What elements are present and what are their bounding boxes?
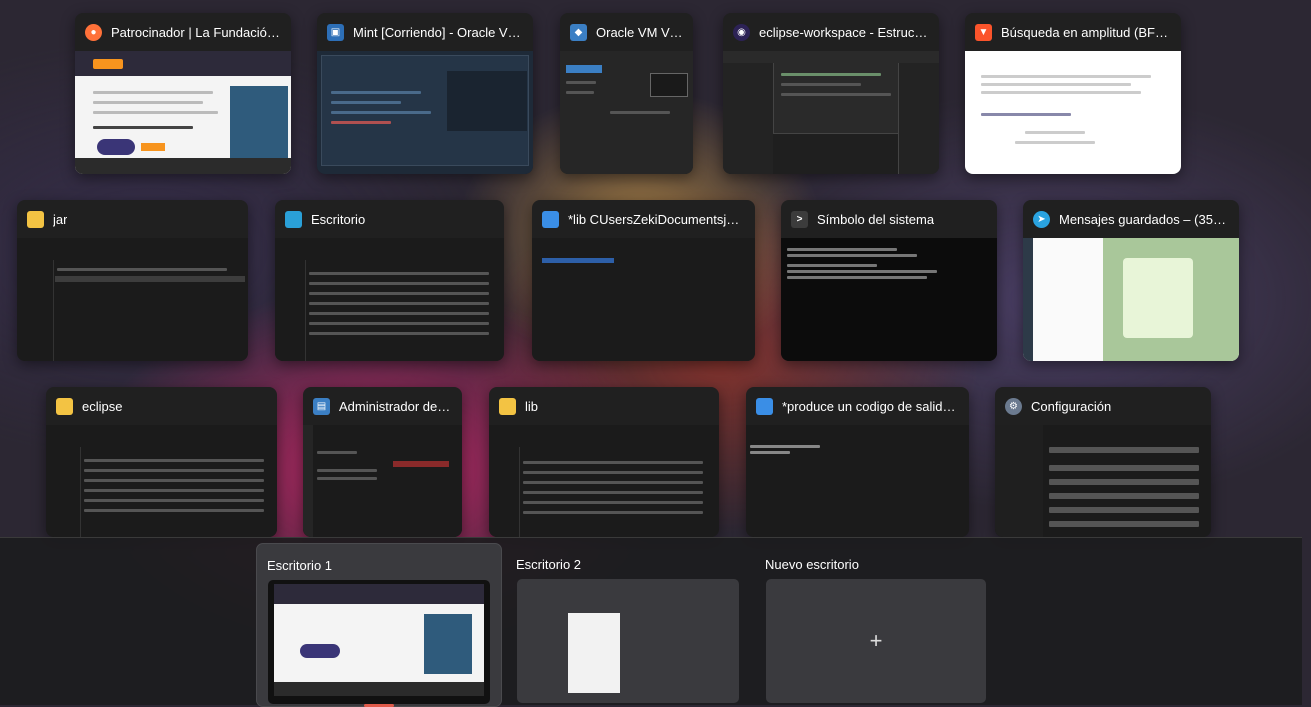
window-cmd[interactable]: > Símbolo del sistema bbox=[781, 200, 997, 361]
firefox-icon: ● bbox=[85, 23, 102, 41]
window-thumbnail bbox=[995, 425, 1211, 537]
task-manager-icon: ▤ bbox=[313, 397, 330, 415]
window-virtualbox-mint[interactable]: ▣ Mint [Corriendo] - Oracle VM... bbox=[317, 13, 533, 174]
desktop-1[interactable]: Escritorio 1 bbox=[256, 543, 502, 707]
window-title: Configuración bbox=[1031, 398, 1112, 414]
window-explorer-jar[interactable]: jar bbox=[17, 200, 248, 361]
desktop-label: Escritorio 1 bbox=[267, 558, 333, 573]
window-explorer-eclipse[interactable]: eclipse bbox=[46, 387, 277, 537]
window-thumbnail bbox=[723, 51, 939, 174]
window-thumbnail bbox=[75, 51, 291, 174]
gear-icon: ⚙ bbox=[1005, 397, 1022, 415]
desktop-preview bbox=[517, 579, 739, 703]
window-explorer-escritorio[interactable]: Escritorio bbox=[275, 200, 504, 361]
window-title: Patrocinador | La Fundación E... bbox=[111, 24, 281, 40]
window-title: Búsqueda en amplitud (BFS): i... bbox=[1001, 24, 1171, 40]
window-thumbnail bbox=[17, 238, 248, 361]
window-thumbnail bbox=[746, 425, 969, 537]
window-explorer-lib[interactable]: lib bbox=[489, 387, 719, 537]
window-firefox[interactable]: ● Patrocinador | La Fundación E... bbox=[75, 13, 291, 174]
eclipse-icon: ◉ bbox=[733, 23, 750, 41]
desktop-label: Escritorio 2 bbox=[516, 557, 582, 572]
add-desktop-button[interactable]: + bbox=[766, 579, 986, 703]
window-title: Administrador de t... bbox=[339, 398, 452, 414]
notepad-icon bbox=[756, 397, 773, 415]
window-title: eclipse-workspace - Estructur... bbox=[759, 24, 929, 40]
window-title: *lib CUsersZekiDocumentsjavaf... bbox=[568, 211, 745, 227]
window-thumbnail bbox=[46, 425, 277, 537]
folder-icon bbox=[499, 397, 516, 415]
desktop-2[interactable]: Escritorio 2 bbox=[506, 543, 750, 705]
window-telegram[interactable]: ➤ Mensajes guardados – (35257) bbox=[1023, 200, 1239, 361]
window-title: Símbolo del sistema bbox=[817, 211, 935, 227]
desktop-icon bbox=[285, 210, 302, 228]
window-notepad-lib[interactable]: *lib CUsersZekiDocumentsjavaf... bbox=[532, 200, 755, 361]
window-notepad-produce[interactable]: *produce un codigo de salida:... bbox=[746, 387, 969, 537]
window-title: *produce un codigo de salida:... bbox=[782, 398, 959, 414]
window-thumbnail bbox=[489, 425, 719, 537]
desktop-label: Nuevo escritorio bbox=[765, 557, 859, 572]
window-title: Escritorio bbox=[311, 211, 366, 227]
window-title: lib bbox=[525, 398, 539, 414]
window-title: Oracle VM Virt... bbox=[596, 24, 683, 40]
window-title: eclipse bbox=[82, 398, 123, 414]
plus-icon: + bbox=[869, 628, 883, 653]
desktop-preview bbox=[268, 580, 490, 704]
brave-icon: ▼ bbox=[975, 23, 992, 41]
virtualbox-cube-icon: ◆ bbox=[570, 23, 587, 41]
window-brave-bfs[interactable]: ▼ Búsqueda en amplitud (BFS): i... bbox=[965, 13, 1181, 174]
window-thumbnail bbox=[303, 425, 462, 537]
window-thumbnail bbox=[781, 238, 997, 361]
window-eclipse-workspace[interactable]: ◉ eclipse-workspace - Estructur... bbox=[723, 13, 939, 174]
folder-icon bbox=[27, 210, 44, 228]
window-thumbnail bbox=[1023, 238, 1239, 361]
window-thumbnail bbox=[275, 238, 504, 361]
window-settings[interactable]: ⚙ Configuración bbox=[995, 387, 1211, 537]
folder-icon bbox=[56, 397, 73, 415]
telegram-icon: ➤ bbox=[1033, 210, 1050, 228]
virtualbox-icon: ▣ bbox=[327, 23, 344, 41]
window-thumbnail bbox=[560, 51, 693, 174]
window-task-manager[interactable]: ▤ Administrador de t... bbox=[303, 387, 462, 537]
terminal-icon: > bbox=[791, 210, 808, 228]
window-thumbnail bbox=[965, 51, 1181, 174]
window-thumbnail bbox=[532, 238, 755, 361]
window-virtualbox-manager[interactable]: ◆ Oracle VM Virt... bbox=[560, 13, 693, 174]
virtual-desktops-bar: Escritorio 1 Escritorio 2 Nuevo escritor… bbox=[0, 537, 1302, 707]
notepad-icon bbox=[542, 210, 559, 228]
window-title: Mint [Corriendo] - Oracle VM... bbox=[353, 24, 523, 40]
new-desktop[interactable]: Nuevo escritorio + bbox=[755, 543, 999, 705]
window-thumbnail bbox=[317, 51, 533, 174]
window-title: jar bbox=[53, 211, 68, 227]
window-title: Mensajes guardados – (35257) bbox=[1059, 211, 1229, 227]
